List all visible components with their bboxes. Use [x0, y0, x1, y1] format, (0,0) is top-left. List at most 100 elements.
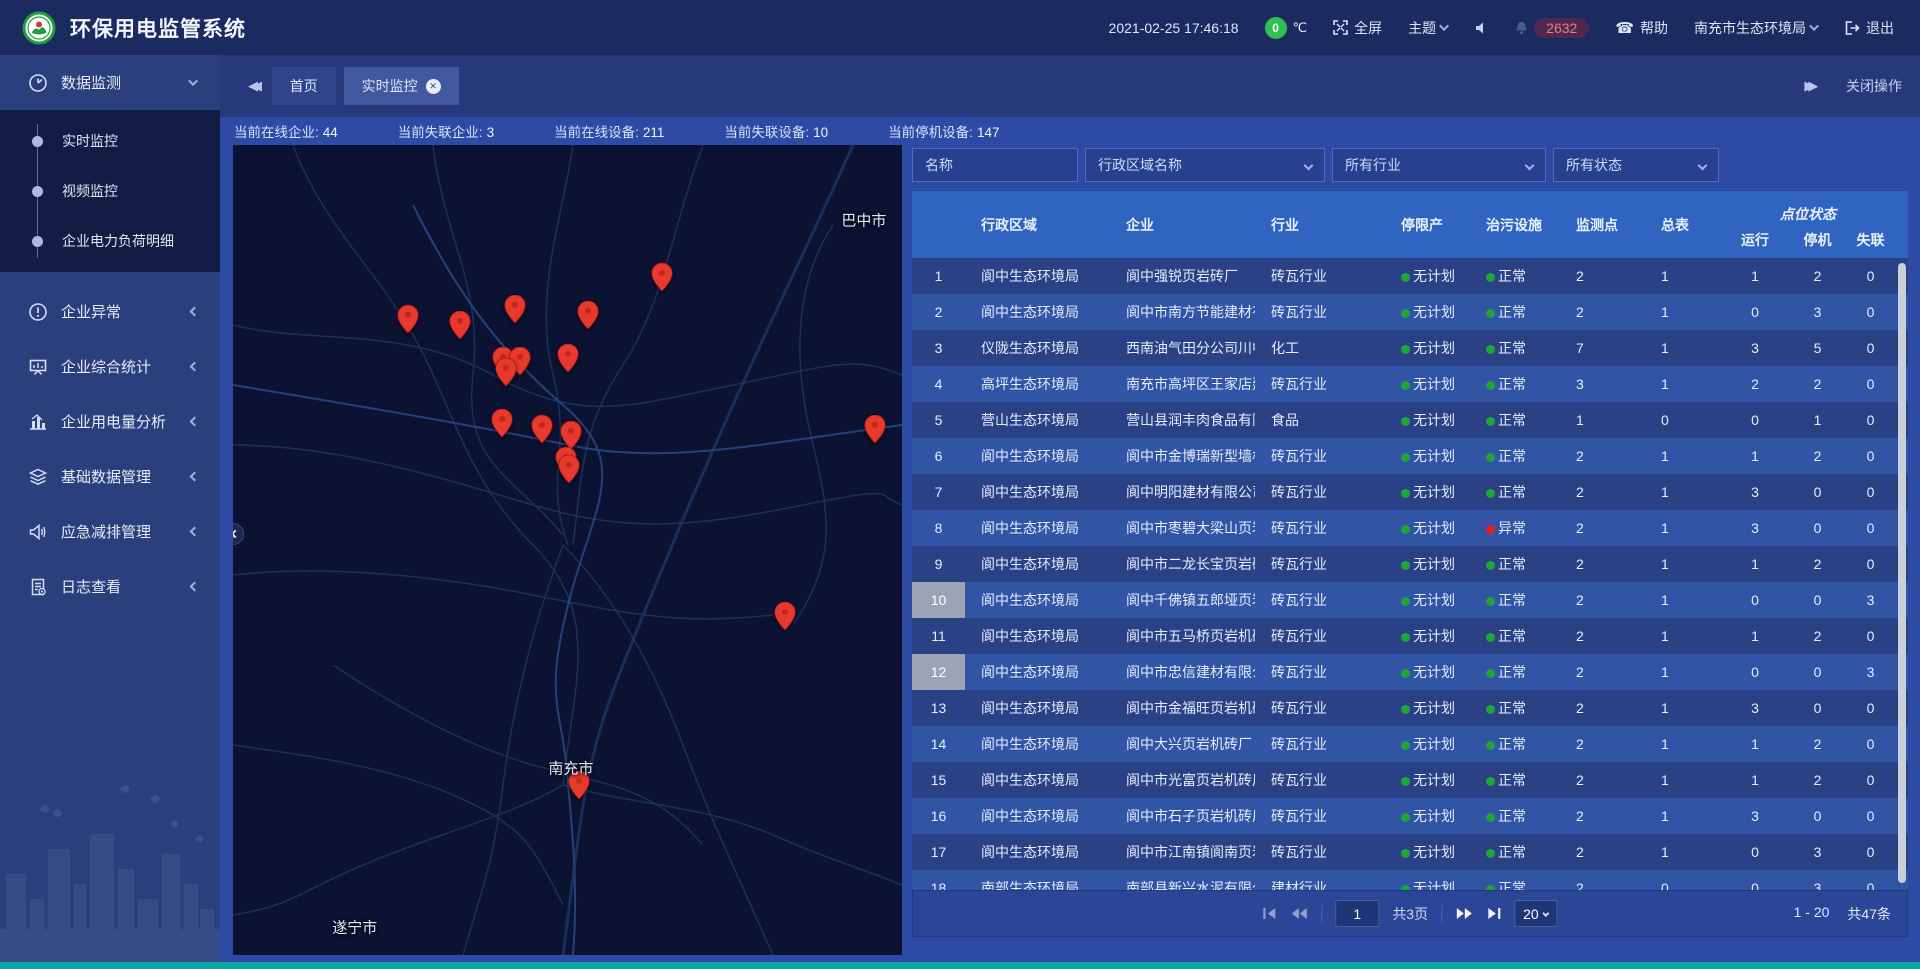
- prev-page-button[interactable]: [1290, 907, 1308, 920]
- table-row[interactable]: 9阆中生态环境局阆中市二龙长宝页岩砖砖瓦行业无计划正常21120: [912, 546, 1908, 582]
- map-pin[interactable]: [449, 311, 470, 344]
- cell-stop-plan: 无计划: [1385, 806, 1470, 826]
- mute-speaker-icon[interactable]: [1475, 21, 1489, 35]
- tab-realtime-monitor[interactable]: 实时监控 ✕: [344, 67, 459, 105]
- sidebar-item-log-view[interactable]: 日志查看: [0, 559, 220, 614]
- cell-run-count: 3: [1720, 808, 1790, 824]
- industry-filter-select[interactable]: 所有行业: [1332, 148, 1546, 182]
- cell-treatment: 正常: [1470, 698, 1560, 718]
- org-dropdown[interactable]: 南充市生态环境局: [1694, 18, 1819, 38]
- chevron-down-icon: [1809, 21, 1819, 31]
- sidebar-item-data-monitor[interactable]: 数据监测: [0, 55, 220, 110]
- table-row[interactable]: 1阆中生态环境局阆中强锐页岩砖厂砖瓦行业无计划正常21120: [912, 258, 1908, 294]
- close-actions-button[interactable]: 关闭操作: [1846, 76, 1902, 96]
- last-page-button[interactable]: [1486, 907, 1501, 920]
- region-filter-select[interactable]: 行政区域名称: [1085, 148, 1325, 182]
- status-dot-icon: [1401, 633, 1410, 642]
- table-row[interactable]: 13阆中生态环境局阆中市金福旺页岩机砖砖瓦行业无计划正常21300: [912, 690, 1908, 726]
- map-pin[interactable]: [491, 409, 512, 442]
- close-tab-icon[interactable]: ✕: [426, 79, 441, 94]
- table-row[interactable]: 11阆中生态环境局阆中市五马桥页岩机砖砖瓦行业无计划正常21120: [912, 618, 1908, 654]
- map-pin[interactable]: [774, 602, 795, 635]
- table-row[interactable]: 3仪陇生态环境局西南油气田分公司川中化工无计划正常71350: [912, 330, 1908, 366]
- logout-button[interactable]: 退出: [1845, 18, 1894, 38]
- cell-monitor-count: 2: [1560, 772, 1645, 788]
- next-page-button[interactable]: [1455, 907, 1473, 920]
- notification-area[interactable]: 2632: [1515, 18, 1589, 38]
- cell-region: 阆中生态环境局: [965, 842, 1110, 862]
- col-header-index: [912, 191, 965, 258]
- table-row[interactable]: 7阆中生态环境局阆中明阳建材有限公司砖瓦行业无计划正常21300: [912, 474, 1908, 510]
- sidebar-item-enterprise-abnormal[interactable]: 企业异常: [0, 284, 220, 339]
- first-page-button[interactable]: [1262, 907, 1277, 920]
- map-pin[interactable]: [398, 305, 419, 338]
- sidebar-item-enterprise-stats[interactable]: 企业综合统计: [0, 339, 220, 394]
- map-pin[interactable]: [651, 263, 672, 296]
- bar-chart-icon: [28, 412, 48, 432]
- status-dot-icon: [1401, 489, 1410, 498]
- table-row[interactable]: 15阆中生态环境局阆中市光富页岩机砖厂砖瓦行业无计划正常21120: [912, 762, 1908, 798]
- status-dot-icon: [1401, 525, 1410, 534]
- table-row[interactable]: 16阆中生态环境局阆中市石子页岩机砖厂砖瓦行业无计划正常21300: [912, 798, 1908, 834]
- fullscreen-button[interactable]: 全屏: [1333, 18, 1382, 38]
- cell-stop-plan: 无计划: [1385, 770, 1470, 790]
- chevron-left-icon: [190, 472, 200, 482]
- table-row[interactable]: 14阆中生态环境局阆中大兴页岩机砖厂砖瓦行业无计划正常21120: [912, 726, 1908, 762]
- sidebar-item-realtime-monitor[interactable]: 实时监控: [0, 116, 220, 166]
- page-number-input[interactable]: 1: [1335, 900, 1379, 927]
- table-row[interactable]: 8阆中生态环境局阆中市枣碧大梁山页岩砖瓦行业无计划异常21300: [912, 510, 1908, 546]
- cell-company: 阆中千佛镇五郎垭页岩: [1110, 590, 1255, 610]
- status-dot-icon: [1401, 381, 1410, 390]
- sidebar-item-power-analysis[interactable]: 企业用电量分析: [0, 394, 220, 449]
- status-filter-select[interactable]: 所有状态: [1553, 148, 1719, 182]
- map-pin[interactable]: [495, 358, 516, 391]
- cell-monitor-count: 2: [1560, 556, 1645, 572]
- table-row[interactable]: 18南部生态环境局南部县新兴水泥有限公建材行业无计划正常20030: [912, 870, 1908, 890]
- table-row[interactable]: 5营山生态环境局营山县润丰肉食品有限食品无计划正常10010: [912, 402, 1908, 438]
- map-pin[interactable]: [578, 301, 599, 334]
- table-row[interactable]: 10阆中生态环境局阆中千佛镇五郎垭页岩砖瓦行业无计划正常21003: [912, 582, 1908, 618]
- right-panel: 行政区域名称 所有行业 所有状态 行政区域 企业 行业 停限: [912, 145, 1908, 969]
- pin-icon: [774, 602, 795, 630]
- pin-icon: [505, 295, 526, 323]
- sidebar-item-power-load-detail[interactable]: 企业电力负荷明细: [0, 216, 220, 266]
- cell-run-count: 0: [1720, 880, 1790, 890]
- table-row[interactable]: 6阆中生态环境局阆中市金博瑞新型墙材砖瓦行业无计划正常21120: [912, 438, 1908, 474]
- tabs-scroll-right-button[interactable]: ▶▶: [1794, 78, 1820, 94]
- chevron-left-icon: [190, 362, 200, 372]
- tab-home[interactable]: 首页: [272, 67, 336, 105]
- sidebar-item-video-monitor[interactable]: 视频监控: [0, 166, 220, 216]
- map-panel[interactable]: 巴中市南充市遂宁市: [233, 145, 902, 955]
- map-pin[interactable]: [558, 455, 579, 488]
- cell-treatment: 正常: [1470, 770, 1560, 790]
- sidebar-item-emergency-reduction[interactable]: 应急减排管理: [0, 504, 220, 559]
- table-row[interactable]: 4高坪生态环境局南充市高坪区王家店建砖瓦行业无计划正常31220: [912, 366, 1908, 402]
- chevron-left-icon: [190, 582, 200, 592]
- page-size-select[interactable]: 20: [1514, 900, 1558, 927]
- name-filter: [912, 148, 1078, 182]
- cell-industry: 砖瓦行业: [1255, 734, 1385, 754]
- table-scrollbar[interactable]: [1898, 263, 1906, 883]
- map-pin[interactable]: [558, 344, 579, 377]
- status-dot-icon: [1486, 453, 1495, 462]
- cell-stop-plan: 无计划: [1385, 698, 1470, 718]
- status-dot-icon: [1486, 273, 1495, 282]
- sidebar-item-base-data[interactable]: 基础数据管理: [0, 449, 220, 504]
- notification-count-badge: 2632: [1534, 18, 1589, 38]
- cell-treatment: 正常: [1470, 374, 1560, 394]
- table-row[interactable]: 2阆中生态环境局阆中市南方节能建材有砖瓦行业无计划正常21030: [912, 294, 1908, 330]
- cell-meter-count: 0: [1645, 880, 1720, 890]
- cell-treatment: 正常: [1470, 734, 1560, 754]
- map-city-label: 南充市: [548, 757, 593, 778]
- cell-region: 阆中生态环境局: [965, 806, 1110, 826]
- map-pin[interactable]: [532, 415, 553, 448]
- table-row[interactable]: 12阆中生态环境局阆中市忠信建材有限公砖瓦行业无计划正常21003: [912, 654, 1908, 690]
- theme-dropdown[interactable]: 主题: [1408, 18, 1449, 38]
- table-row[interactable]: 17阆中生态环境局阆中市江南镇阆南页岩砖瓦行业无计划正常21030: [912, 834, 1908, 870]
- tabs-scroll-left-button[interactable]: ◀◀: [238, 78, 264, 94]
- help-button[interactable]: ☎ 帮助: [1615, 18, 1668, 38]
- map-pin[interactable]: [505, 295, 526, 328]
- pin-icon: [651, 263, 672, 291]
- map-pin[interactable]: [865, 415, 886, 448]
- name-filter-input[interactable]: [925, 157, 1065, 173]
